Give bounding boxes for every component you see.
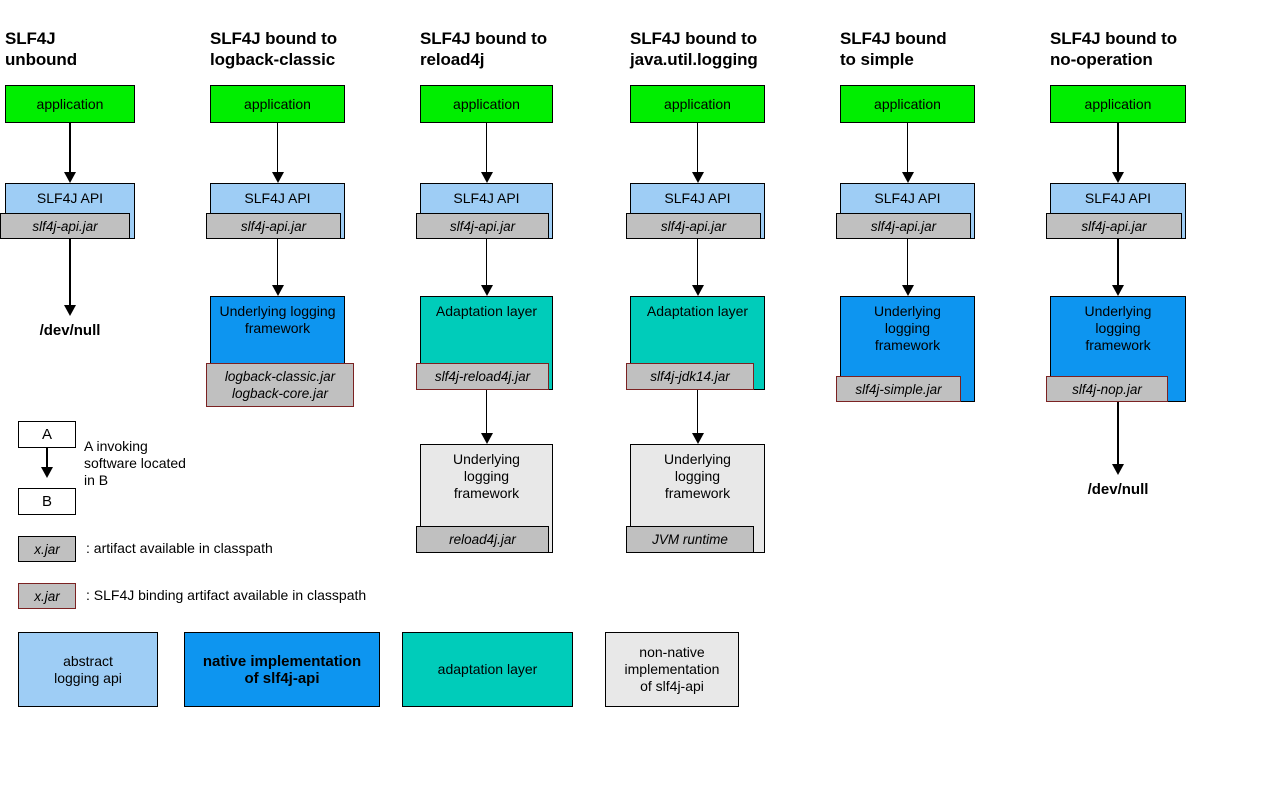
flow-arrow-line-reload4j-2 [485, 390, 488, 433]
legend-artifact-sample: x.jar [18, 536, 76, 562]
flow-arrow-head-simple-1 [901, 285, 914, 296]
terminal-devnull-no-operation: /dev/null [1087, 481, 1149, 498]
flow-arrow-head-logback-classic-0 [271, 172, 284, 183]
node-label-simple-slf4j-api: SLF4J API [874, 190, 941, 206]
flow-arrow-line-no-operation-0 [1117, 123, 1119, 172]
flow-arrow-line-logback-classic-0 [276, 123, 279, 172]
flow-arrow-head-java-util-logging-0 [691, 172, 704, 183]
flow-arrow-head-unbound-term [64, 305, 76, 316]
flow-arrow-line-java-util-logging-2 [696, 390, 699, 433]
flow-arrow-line-no-operation-1 [1117, 239, 1119, 285]
flow-arrow-line-java-util-logging-1 [696, 239, 699, 285]
node-label-simple-underlying: Underlying logging framework [874, 303, 941, 353]
legend-arrow-description: A invoking software located in B [84, 438, 186, 488]
artifact-reload4j-slf4j-api: slf4j-api.jar [416, 213, 549, 239]
column-title-no-operation: SLF4J bound to no-operation [1050, 29, 1178, 69]
flow-arrow-line-simple-1 [906, 239, 909, 285]
column-title-logback-classic: SLF4J bound to logback-classic [210, 29, 338, 69]
artifact-reload4j-adaptation: slf4j-reload4j.jar [416, 363, 549, 390]
flow-arrow-head-no-operation-term [1112, 464, 1124, 475]
artifact-logback-classic-underlying: logback-classic.jar logback-core.jar [206, 363, 354, 407]
artifact-simple-slf4j-api: slf4j-api.jar [836, 213, 971, 239]
node-label-java-util-logging-adaptation: Adaptation layer [646, 303, 749, 319]
artifact-logback-classic-slf4j-api: slf4j-api.jar [206, 213, 341, 239]
flow-arrow-head-no-operation-1 [1112, 285, 1124, 296]
node-label-logback-classic-underlying: Underlying logging framework [219, 303, 336, 336]
artifact-java-util-logging-slf4j-api: slf4j-api.jar [626, 213, 761, 239]
artifact-simple-underlying: slf4j-simple.jar [836, 376, 961, 402]
legend-color-key-2: adaptation layer [402, 632, 573, 707]
legend-color-key-0: abstract logging api [18, 632, 158, 707]
flow-arrow-head-reload4j-2 [480, 433, 493, 444]
node-label-logback-classic-application: application [244, 95, 311, 112]
column-title-java-util-logging: SLF4J bound to java.util.logging [630, 29, 758, 69]
legend-arrow-box-b: B [18, 488, 76, 515]
flow-arrow-head-java-util-logging-2 [691, 433, 704, 444]
legend-artifact-description: : artifact available in classpath [86, 540, 273, 556]
flow-arrow-line-logback-classic-1 [276, 239, 279, 285]
legend-color-key-1: native implementation of slf4j-api [184, 632, 380, 707]
legend-binding-artifact-description: : SLF4J binding artifact available in cl… [86, 587, 367, 603]
node-label-java-util-logging-application: application [664, 95, 731, 112]
column-title-simple: SLF4J bound to simple [840, 29, 947, 69]
flow-arrow-line-java-util-logging-0 [696, 123, 699, 172]
column-title-unbound: SLF4J unbound [5, 29, 77, 69]
node-label-reload4j-underlying: Underlying logging framework [453, 451, 520, 501]
node-label-java-util-logging-underlying: Underlying logging framework [664, 451, 731, 501]
artifact-java-util-logging-underlying: JVM runtime [626, 526, 754, 553]
node-label-unbound-application: application [36, 95, 104, 112]
artifact-no-operation-underlying: slf4j-nop.jar [1046, 376, 1168, 402]
node-label-no-operation-application: application [1084, 95, 1152, 112]
flow-arrow-line-legend [46, 448, 48, 467]
flow-arrow-head-legend [41, 467, 53, 478]
legend-binding-artifact-sample: x.jar [18, 583, 76, 609]
artifact-unbound-slf4j-api: slf4j-api.jar [0, 213, 130, 239]
flow-arrow-head-simple-0 [901, 172, 914, 183]
flow-arrow-line-reload4j-0 [485, 123, 488, 172]
column-title-reload4j: SLF4J bound to reload4j [420, 29, 548, 69]
flow-arrow-head-unbound-0 [64, 172, 76, 183]
flow-arrow-head-reload4j-0 [480, 172, 493, 183]
node-label-no-operation-underlying: Underlying logging framework [1084, 303, 1152, 353]
flow-arrow-line-unbound-term [69, 239, 71, 305]
node-label-reload4j-application: application [453, 95, 520, 112]
legend-color-key-3: non-native implementation of slf4j-api [605, 632, 739, 707]
terminal-devnull-unbound: /dev/null [39, 322, 101, 339]
flow-arrow-head-reload4j-1 [480, 285, 493, 296]
slf4j-binding-diagram: SLF4J unbound application SLF4J API slf4j-a… [0, 0, 1271, 809]
node-label-logback-classic-slf4j-api: SLF4J API [244, 190, 311, 206]
node-label-unbound-slf4j-api: SLF4J API [36, 190, 104, 206]
flow-arrow-line-unbound-0 [69, 123, 71, 172]
flow-arrow-head-no-operation-0 [1112, 172, 1124, 183]
flow-arrow-line-reload4j-1 [485, 239, 488, 285]
flow-arrow-head-logback-classic-1 [271, 285, 284, 296]
flow-arrow-line-simple-0 [906, 123, 909, 172]
artifact-java-util-logging-adaptation: slf4j-jdk14.jar [626, 363, 754, 390]
legend-arrow-box-a: A [18, 421, 76, 448]
artifact-no-operation-slf4j-api: slf4j-api.jar [1046, 213, 1182, 239]
flow-arrow-line-no-operation-term [1117, 402, 1119, 464]
node-label-java-util-logging-slf4j-api: SLF4J API [664, 190, 731, 206]
node-label-no-operation-slf4j-api: SLF4J API [1084, 190, 1152, 206]
flow-arrow-head-java-util-logging-1 [691, 285, 704, 296]
node-label-reload4j-adaptation: Adaptation layer [435, 303, 538, 319]
node-label-simple-application: application [874, 95, 941, 112]
node-label-reload4j-slf4j-api: SLF4J API [453, 190, 520, 206]
